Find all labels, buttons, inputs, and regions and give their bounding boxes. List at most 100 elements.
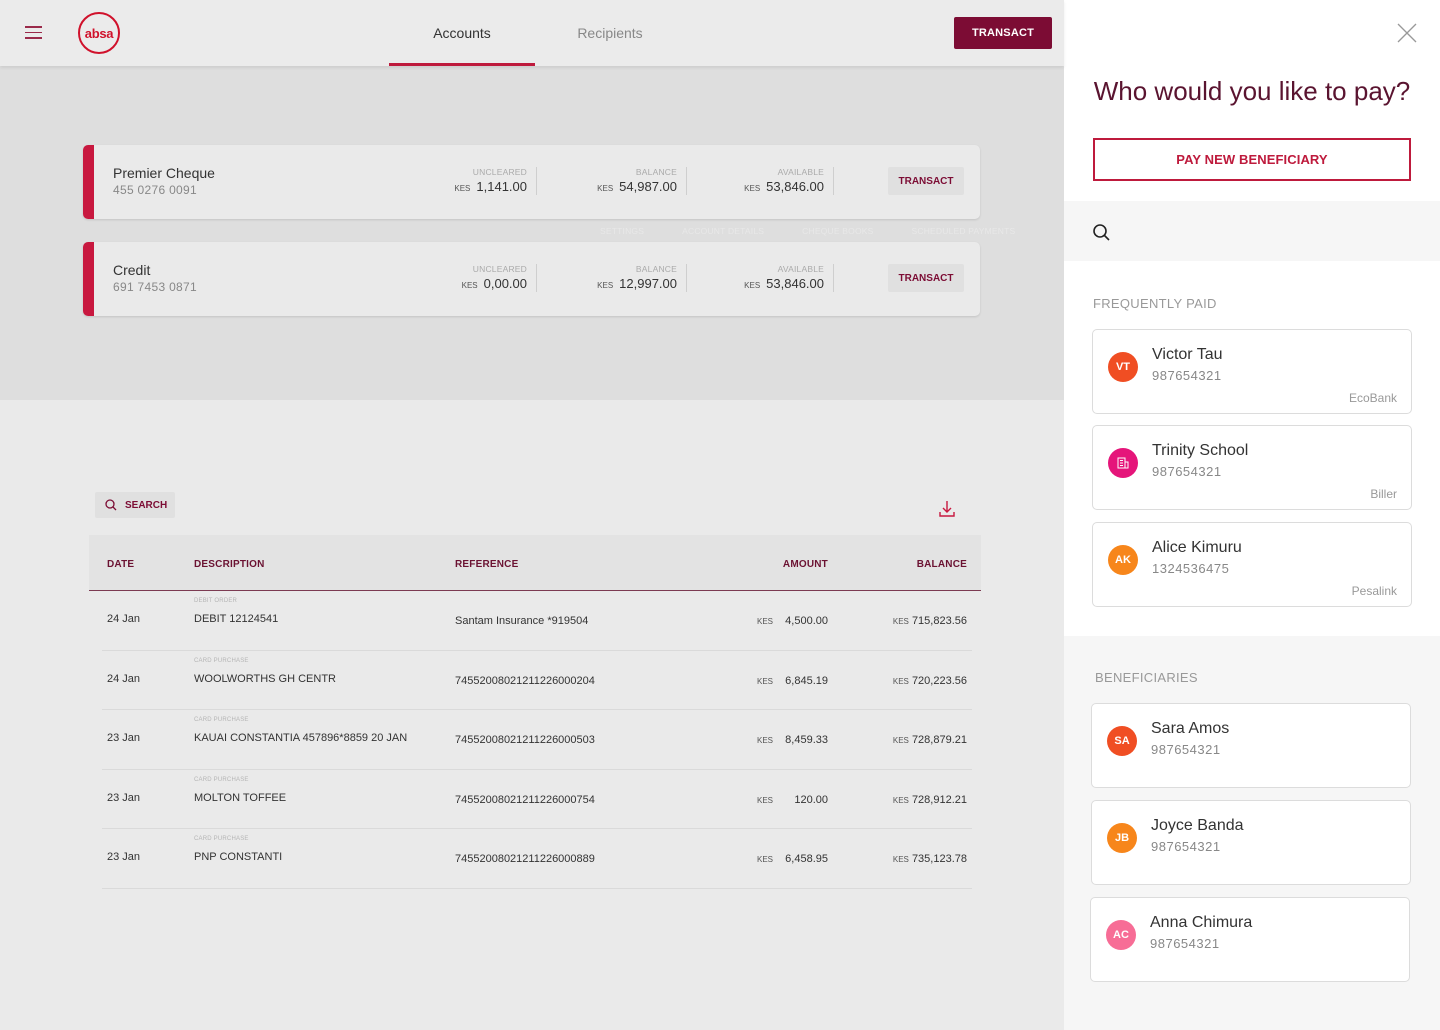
download-icon[interactable] bbox=[937, 498, 957, 520]
beneficiary-card[interactable]: Trinity School 987654321 Biller bbox=[1092, 425, 1412, 510]
search-icon bbox=[1093, 224, 1110, 241]
column-header-reference[interactable]: REFERENCE bbox=[455, 559, 518, 570]
column-header-amount[interactable]: AMOUNT bbox=[783, 559, 828, 570]
account-quick-links: SETTINGS ACCOUNT DETAILS CHEQUE BOOKS SC… bbox=[600, 226, 1015, 236]
transaction-description: PNP CONSTANTI bbox=[194, 851, 283, 863]
amount-currency: KES bbox=[757, 617, 774, 626]
tab-recipients[interactable]: Recipients bbox=[535, 0, 685, 66]
transaction-reference: Santam Insurance *919504 bbox=[455, 615, 589, 627]
beneficiary-search-bar bbox=[1064, 201, 1440, 261]
available-label: AVAILABLE bbox=[777, 167, 824, 177]
header-transact-button[interactable]: TRANSACT bbox=[954, 17, 1052, 49]
account-transact-button[interactable]: TRANSACT bbox=[888, 167, 964, 195]
beneficiary-card[interactable]: JB Joyce Banda 987654321 bbox=[1091, 800, 1411, 885]
amount-currency: KES bbox=[757, 676, 774, 686]
panel-title: Who would you like to pay? bbox=[1093, 76, 1411, 106]
transaction-row[interactable]: 23 Jan CARD PURCHASE KAUAI CONSTANTIA 4578… bbox=[102, 710, 972, 770]
beneficiary-account-number: 987654321 bbox=[1152, 368, 1222, 383]
beneficiaries-heading: BENEFICIARIES bbox=[1095, 670, 1198, 685]
account-number: 691 7453 0871 bbox=[113, 280, 197, 294]
transaction-row[interactable]: 24 Jan DEBIT ORDER DEBIT 12124541 Santam In… bbox=[102, 591, 972, 651]
cheque-books-link[interactable]: CHEQUE BOOKS bbox=[802, 226, 873, 236]
transaction-balance: 728,879.21 bbox=[911, 734, 967, 746]
avatar-initials: VT bbox=[1115, 361, 1131, 373]
transaction-row[interactable]: 24 Jan CARD PURCHASE WOOLWORTHS GH CENTR 74… bbox=[102, 651, 972, 710]
scheduled-payments-link[interactable]: SCHEDULED PAYMENTS bbox=[912, 226, 1016, 236]
beneficiary-card[interactable]: SA Sara Amos 987654321 bbox=[1091, 703, 1411, 788]
transaction-row[interactable]: 23 Jan CARD PURCHASE PNP CONSTANTI 74552008… bbox=[102, 829, 972, 889]
search-label: SEARCH bbox=[125, 499, 168, 511]
beneficiary-card[interactable]: AC Anna Chimura 987654321 bbox=[1090, 897, 1410, 982]
avatar: VT bbox=[1108, 352, 1138, 382]
close-icon[interactable] bbox=[1396, 22, 1418, 44]
balance-currency: KES bbox=[892, 795, 909, 805]
available-value: 53,846.00 bbox=[766, 179, 824, 194]
account-accent-stripe bbox=[83, 242, 94, 316]
beneficiary-account-number: 987654321 bbox=[1151, 742, 1221, 757]
amount-currency: KES bbox=[757, 736, 774, 745]
balance-currency: KES bbox=[892, 736, 909, 745]
transaction-amount: 4,500.00 bbox=[785, 615, 828, 627]
account-details-link[interactable]: ACCOUNT DETAILS bbox=[682, 226, 764, 236]
transaction-balance: 728,912.21 bbox=[911, 793, 967, 806]
tab-accounts[interactable]: Accounts bbox=[389, 0, 535, 66]
transaction-reference: 74552008021211226000503 bbox=[455, 734, 595, 746]
avatar bbox=[1108, 448, 1138, 478]
beneficiary-bank: Biller bbox=[1370, 487, 1397, 501]
avatar: JB bbox=[1107, 823, 1137, 853]
transaction-description: WOOLWORTHS GH CENTR bbox=[194, 672, 336, 685]
transaction-amount: 8,459.33 bbox=[785, 734, 828, 746]
pay-new-beneficiary-button[interactable]: PAY NEW BENEFICIARY bbox=[1093, 138, 1411, 181]
available-amount: AVAILABLE KES 53,846.00 bbox=[744, 264, 834, 292]
beneficiary-card[interactable]: VT Victor Tau 987654321 EcoBank bbox=[1092, 329, 1412, 414]
column-header-description[interactable]: DESCRIPTION bbox=[194, 559, 265, 570]
currency-label: KES bbox=[744, 184, 761, 193]
balance-value: 54,987.00 bbox=[619, 179, 677, 194]
beneficiary-search-input[interactable] bbox=[1116, 216, 1416, 246]
account-name: Premier Cheque bbox=[113, 165, 215, 181]
beneficiary-name: Anna Chimura bbox=[1150, 914, 1253, 931]
beneficiary-account-number: 1324536475 bbox=[1152, 561, 1230, 576]
avatar-initials: SA bbox=[1114, 735, 1130, 747]
transaction-date: 23 Jan bbox=[107, 851, 141, 863]
column-header-balance[interactable]: BALANCE bbox=[917, 559, 967, 570]
pay-beneficiary-panel: Who would you like to pay? PAY NEW BENEF… bbox=[1064, 0, 1440, 1030]
avatar: AC bbox=[1106, 920, 1136, 950]
transaction-row[interactable]: 23 Jan CARD PURCHASE MOLTON TOFFEE 74552008… bbox=[102, 770, 972, 829]
transaction-category: CARD PURCHASE bbox=[194, 657, 249, 664]
balance-currency: KES bbox=[892, 617, 909, 626]
main-tabs: Accounts Recipients bbox=[389, 0, 685, 66]
beneficiary-name: Victor Tau bbox=[1152, 346, 1223, 363]
beneficiary-name: Joyce Banda bbox=[1151, 817, 1244, 834]
account-card[interactable]: Premier Cheque 455 0276 0091 UNCLEARED K… bbox=[83, 145, 980, 219]
transaction-amount: 6,845.19 bbox=[785, 674, 828, 687]
beneficiary-name: Alice Kimuru bbox=[1152, 539, 1242, 556]
beneficiary-card[interactable]: AK Alice Kimuru 1324536475 Pesalink bbox=[1092, 522, 1412, 607]
balance-value: 12,997.00 bbox=[619, 276, 677, 291]
account-card[interactable]: Credit 691 7453 0871 UNCLEARED KES 0,00.0… bbox=[83, 242, 980, 316]
uncleared-label: UNCLEARED bbox=[472, 264, 527, 274]
currency-label: KES bbox=[597, 281, 614, 290]
transaction-date: 23 Jan bbox=[107, 732, 141, 744]
column-header-date[interactable]: DATE bbox=[107, 559, 134, 570]
settings-link[interactable]: SETTINGS bbox=[600, 226, 644, 236]
transaction-search-button[interactable]: SEARCH bbox=[95, 492, 175, 518]
search-icon bbox=[105, 499, 117, 511]
account-name: Credit bbox=[113, 262, 151, 278]
building-icon bbox=[1117, 457, 1129, 469]
avatar: SA bbox=[1107, 726, 1137, 756]
transaction-date: 23 Jan bbox=[107, 791, 141, 804]
transaction-description: DEBIT 12124541 bbox=[194, 613, 279, 625]
uncleared-value: 1,141.00 bbox=[476, 179, 527, 194]
logo-text: absa bbox=[83, 25, 115, 41]
transaction-category: CARD PURCHASE bbox=[194, 717, 249, 723]
frequently-paid-heading: FREQUENTLY PAID bbox=[1093, 296, 1217, 311]
currency-label: KES bbox=[744, 281, 761, 290]
account-transact-button[interactable]: TRANSACT bbox=[888, 264, 964, 292]
avatar: AK bbox=[1108, 545, 1138, 575]
currency-label: KES bbox=[454, 184, 471, 193]
uncleared-amount: UNCLEARED KES 1,141.00 bbox=[454, 167, 537, 195]
absa-logo[interactable]: absa bbox=[78, 12, 120, 54]
balance-currency: KES bbox=[892, 855, 909, 864]
menu-icon[interactable] bbox=[25, 26, 42, 39]
